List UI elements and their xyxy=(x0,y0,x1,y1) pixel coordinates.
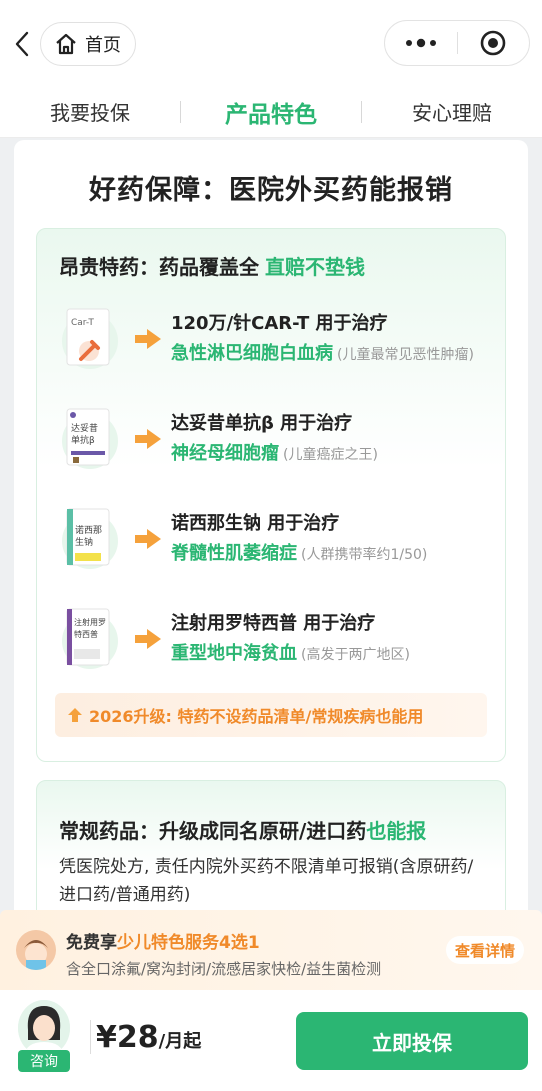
upgrade-banner: 2026升级: 特药不设药品清单/常规疾病也能用 xyxy=(55,693,487,737)
mini-program-capsule xyxy=(384,20,530,66)
svg-text:达妥昔: 达妥昔 xyxy=(71,422,98,434)
svg-text:单抗β: 单抗β xyxy=(71,434,95,446)
home-button[interactable]: 首页 xyxy=(40,22,136,66)
drug-name: 注射用罗特西普 用于治疗 xyxy=(171,613,376,634)
drug-name: 诺西那生钠 用于治疗 xyxy=(171,513,340,534)
arrow-up-icon xyxy=(68,708,82,722)
price-unit: /月起 xyxy=(158,1031,202,1052)
drug-item: 注射用罗 特西普 注射用罗特西普 用于治疗 重型地中海贫血 (高发于两广地区) xyxy=(59,605,499,685)
arrow-right-icon xyxy=(135,629,161,649)
more-button[interactable] xyxy=(385,21,457,65)
drug-item: 达妥昔 单抗β 达妥昔单抗β 用于治疗 神经母细胞瘤 (儿童癌症之王) xyxy=(59,405,499,485)
tab-bar: 我要投保 产品特色 安心理赔 xyxy=(0,86,542,138)
arrow-right-icon xyxy=(135,429,161,449)
disease-note: (人群携带率约1/50) xyxy=(301,547,428,563)
promo-desc: 含全口涂氟/窝沟封闭/流感居家快检/益生菌检测 xyxy=(66,960,382,978)
special-drugs-highlight: 直赔不垫钱 xyxy=(265,255,365,279)
tab-buy[interactable]: 我要投保 xyxy=(0,97,180,126)
regular-drugs-desc: 凭医院处方, 责任内院外买药不限清单可报销(含原研药/进口药/普通用药) xyxy=(59,857,474,905)
svg-text:诺西那: 诺西那 xyxy=(75,525,102,536)
promo-title: 免费享少儿特色服务4选1 xyxy=(66,928,260,953)
chevron-left-icon xyxy=(15,31,29,57)
car-t-drug-icon: Car-T xyxy=(62,308,118,369)
view-details-button[interactable]: 查看详情 xyxy=(446,936,524,964)
upgrade-text: 2026升级: 特药不设药品清单/常规疾病也能用 xyxy=(89,707,424,726)
tab-claims[interactable]: 安心理赔 xyxy=(362,97,542,126)
disease-name: 重型地中海贫血 xyxy=(171,643,297,664)
drug-name: 120万/针CAR-T 用于治疗 xyxy=(171,313,388,334)
consult-label: 咨询 xyxy=(18,1050,70,1072)
tab-features[interactable]: 产品特色 xyxy=(181,95,361,129)
regular-drugs-box: 常规药品：升级成同名原研/进口药也能报 凭医院处方, 责任内院外买药不限清单可报… xyxy=(36,780,506,930)
special-drugs-title-text: 昂贵特药：药品覆盖全 xyxy=(59,255,259,279)
disease-note: (儿童癌症之王) xyxy=(283,447,378,463)
child-avatar-icon xyxy=(16,930,56,970)
nusinersen-drug-icon: 诺西那 生钠 xyxy=(62,508,118,569)
disease-note: (儿童最常见恶性肿瘤) xyxy=(337,347,474,363)
svg-text:注射用罗: 注射用罗 xyxy=(74,617,106,627)
home-icon xyxy=(56,33,76,55)
drug-name: 达妥昔单抗β 用于治疗 xyxy=(171,413,353,434)
section-title: 好药保障：医院外买药能报销 xyxy=(89,175,453,206)
svg-text:Car-T: Car-T xyxy=(71,318,94,328)
drug-disease: 急性淋巴细胞白血病 (儿童最常见恶性肿瘤) xyxy=(171,339,474,365)
bottom-bar: 咨询 ¥28/月起 立即投保 xyxy=(0,990,542,1091)
more-dots-icon xyxy=(405,38,436,48)
close-mini-program-button[interactable] xyxy=(458,21,530,65)
regular-drugs-highlight: 也能报 xyxy=(366,819,427,843)
disease-name: 神经母细胞瘤 xyxy=(171,443,279,464)
drug-disease: 脊髓性肌萎缩症 (人群携带率约1/50) xyxy=(171,539,427,565)
target-close-icon xyxy=(480,30,506,56)
drug-item: 诺西那 生钠 诺西那生钠 用于治疗 脊髓性肌萎缩症 (人群携带率约1/50) xyxy=(59,505,499,585)
price: ¥28/月起 xyxy=(96,1020,201,1055)
page: 首页 我要投保 产品特色 安心理赔 好药保障：医院外买药能报销 昂贵特药：药品覆… xyxy=(0,0,542,1091)
arrow-right-icon xyxy=(135,529,161,549)
divider xyxy=(90,1020,91,1054)
drug-disease: 重型地中海贫血 (高发于两广地区) xyxy=(171,639,410,665)
drug-disease: 神经母细胞瘤 (儿童癌症之王) xyxy=(171,439,378,465)
special-drugs-box: 昂贵特药：药品覆盖全 直赔不垫钱 Car-T 120万/针CAR-T 用于治疗 急… xyxy=(36,228,506,762)
disease-name: 急性淋巴细胞白血病 xyxy=(171,343,333,364)
svg-text:生钠: 生钠 xyxy=(75,536,93,548)
disease-note: (高发于两广地区) xyxy=(301,647,410,663)
top-bar: 首页 xyxy=(0,0,542,86)
regular-drugs-title-text: 常规药品：升级成同名原研/进口药 xyxy=(59,819,367,843)
luspatercept-drug-icon: 注射用罗 特西普 xyxy=(62,608,118,669)
disease-name: 脊髓性肌萎缩症 xyxy=(171,543,297,564)
promo-highlight: 少儿特色服务4选1 xyxy=(117,933,260,953)
arrow-right-icon xyxy=(135,329,161,349)
features-card: 好药保障：医院外买药能报销 昂贵特药：药品覆盖全 直赔不垫钱 Car-T 120万… xyxy=(14,140,528,930)
svg-text:特西普: 特西普 xyxy=(74,629,98,639)
back-button[interactable] xyxy=(8,28,36,60)
buy-now-button[interactable]: 立即投保 xyxy=(296,1012,528,1070)
price-value: ¥28 xyxy=(96,1020,159,1055)
drug-item: Car-T 120万/针CAR-T 用于治疗 急性淋巴细胞白血病 (儿童最常见恶性… xyxy=(59,305,499,385)
consult-button[interactable]: 咨询 xyxy=(14,1000,74,1072)
special-drugs-title: 昂贵特药：药品覆盖全 直赔不垫钱 xyxy=(59,251,365,280)
dinutuximab-drug-icon: 达妥昔 单抗β xyxy=(62,408,118,469)
promo-prefix: 免费享 xyxy=(66,933,117,953)
promo-banner[interactable]: 免费享少儿特色服务4选1 含全口涂氟/窝沟封闭/流感居家快检/益生菌检测 查看详… xyxy=(0,910,542,990)
regular-drugs-title: 常规药品：升级成同名原研/进口药也能报 xyxy=(59,815,426,844)
agent-avatar-icon xyxy=(18,1000,70,1056)
home-label: 首页 xyxy=(85,35,121,56)
